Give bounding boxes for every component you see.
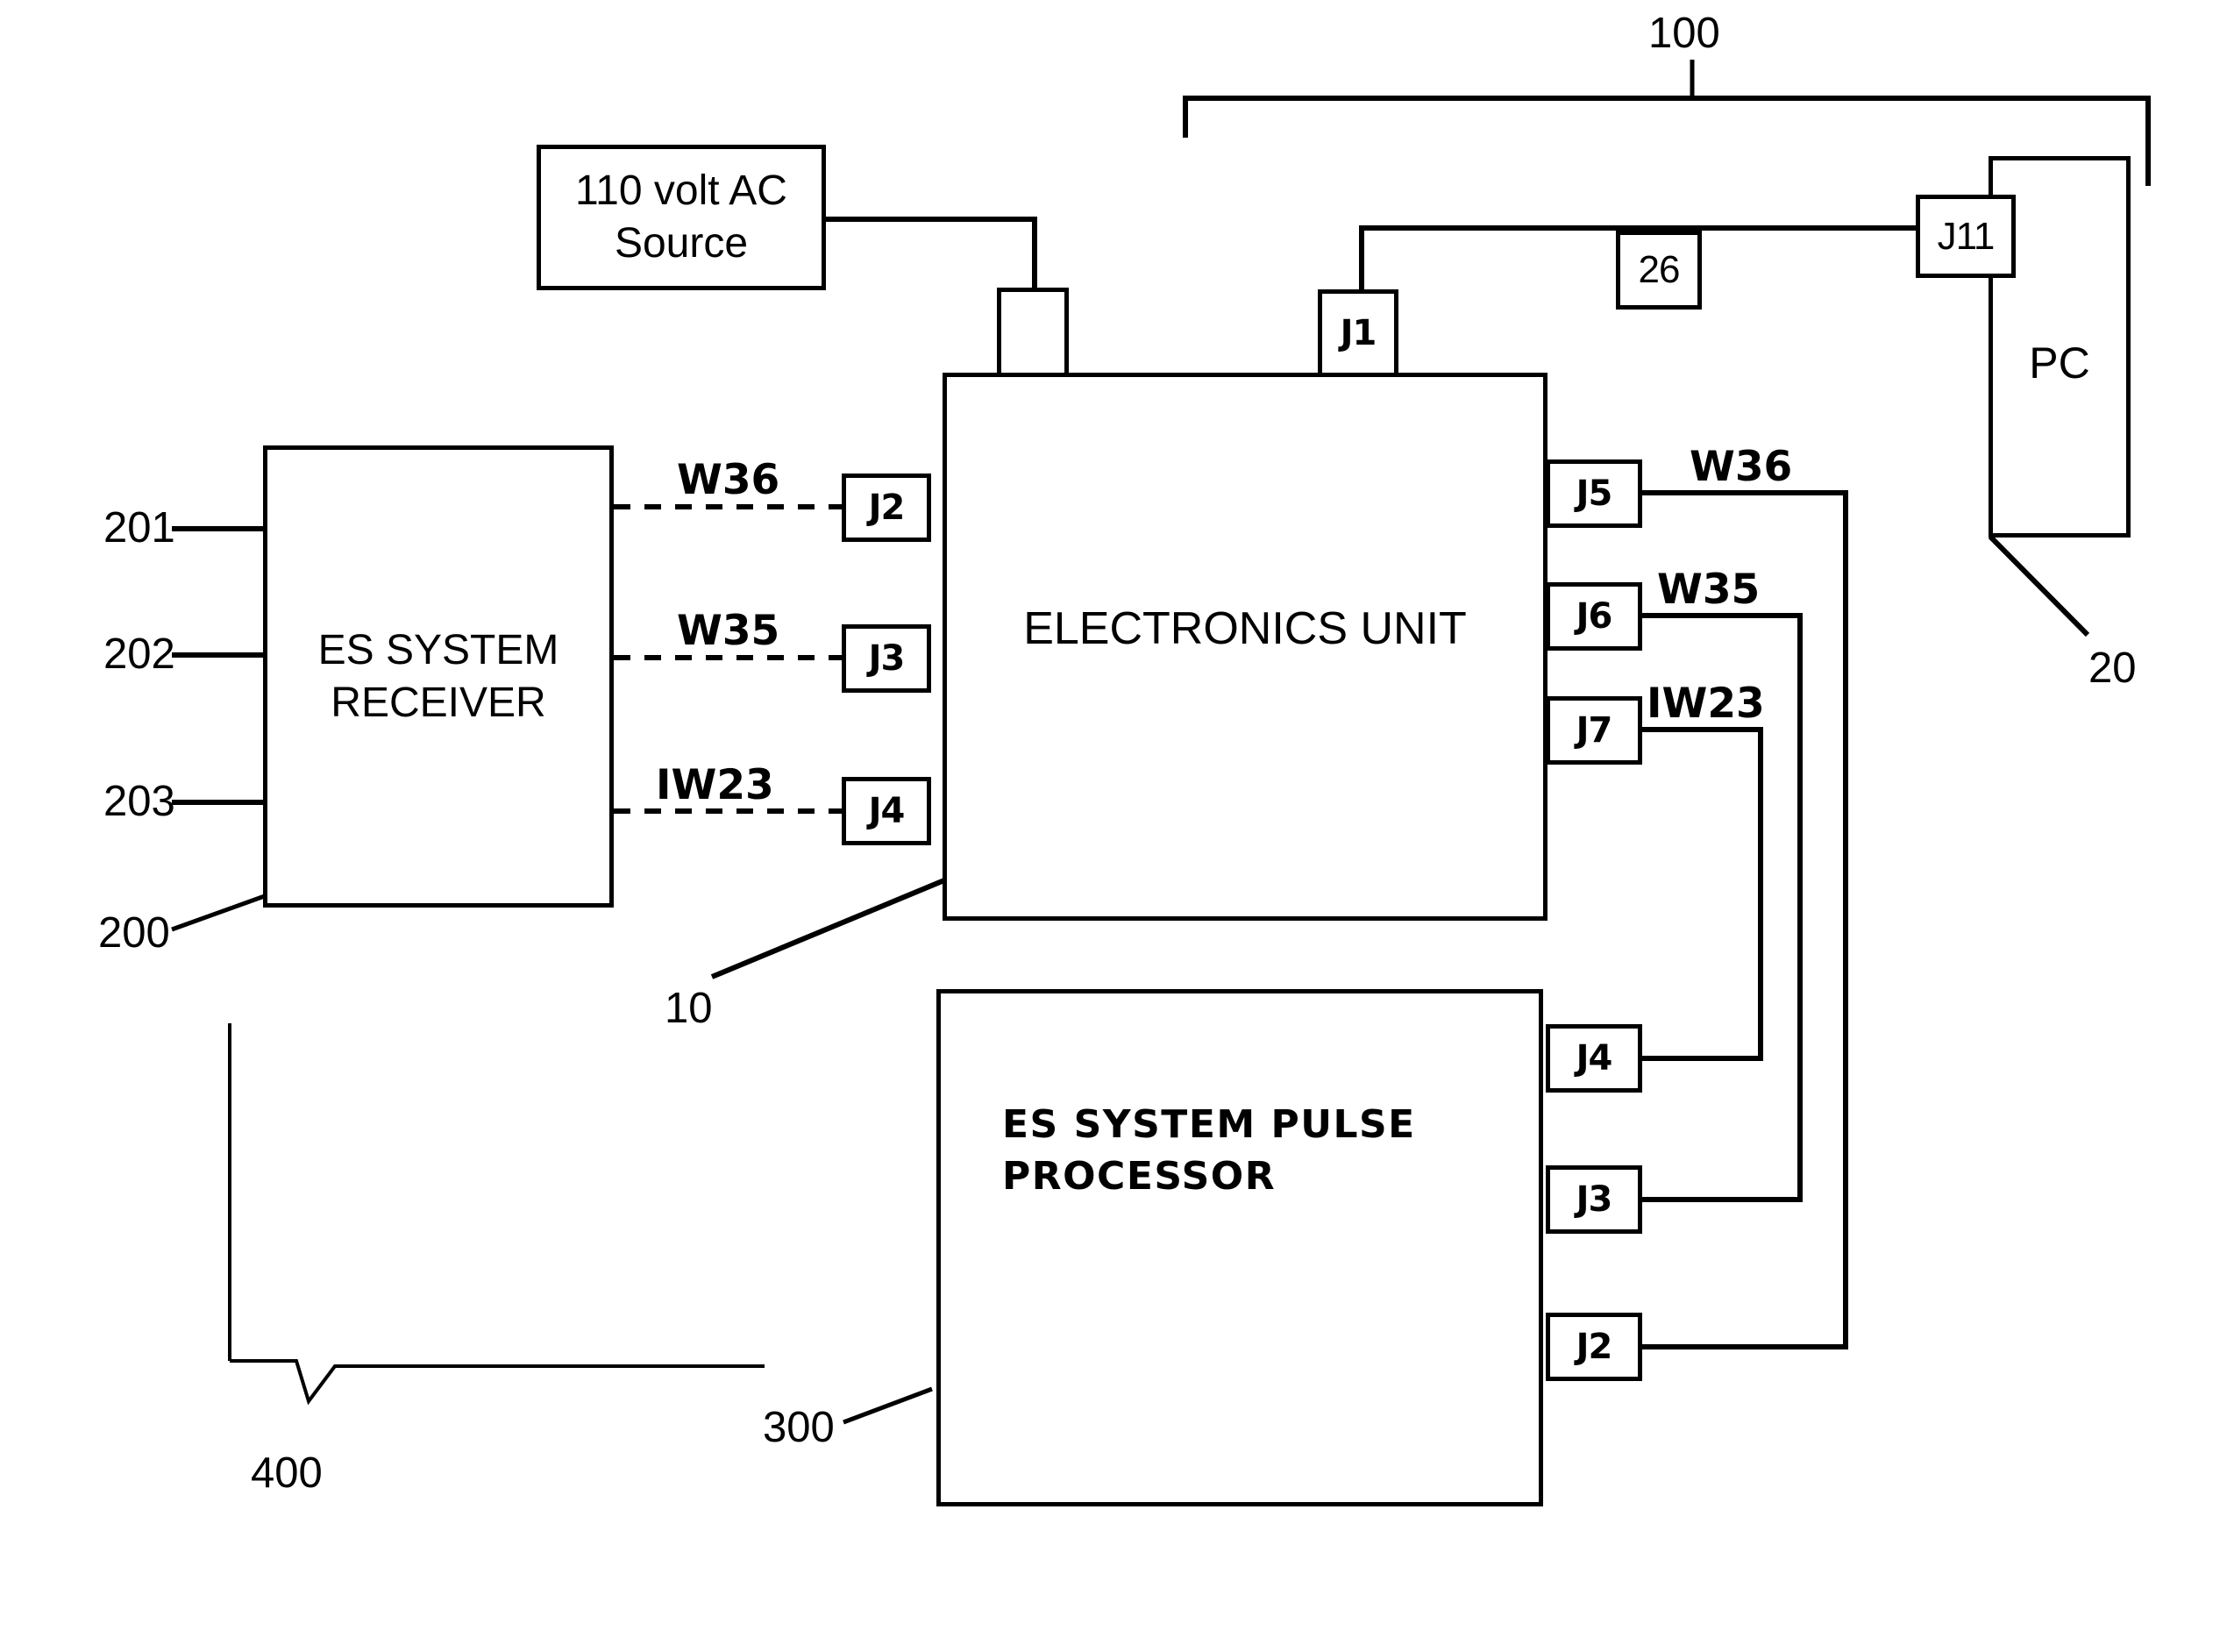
wire-ac-to-electronics	[825, 217, 1037, 289]
ref-numeral-201-text: 201	[103, 504, 175, 552]
ac-source-block: 110 volt AC Source	[537, 145, 826, 290]
cable-label-receiver-w36: W36	[677, 456, 779, 504]
pc-line1: PC	[2029, 338, 2090, 388]
cable-label-pp-iw23: IW23	[1647, 680, 1765, 728]
cable-label-pp-w35: W35	[1657, 566, 1760, 614]
wire-j1-to-26	[1359, 225, 1648, 291]
connector-j11-label: J11	[1937, 214, 1996, 258]
connector-j5-right-label: J5	[1576, 474, 1613, 514]
ref-numeral-200-text: 200	[98, 909, 170, 957]
connector-pp-j4[interactable]: J4	[1546, 1024, 1642, 1093]
ref-numeral-201: 201	[103, 503, 175, 552]
ac-source-line2: Source	[614, 220, 749, 267]
ref-numeral-20-text: 20	[2088, 644, 2137, 692]
ref-numeral-100: 100	[1648, 9, 1720, 58]
cable-label-pp-iw23-text: IW23	[1647, 680, 1765, 728]
connector-j2-left[interactable]: J2	[842, 474, 931, 542]
receiver-line1: ES SYSTEM	[317, 626, 559, 673]
cable-label-receiver-w35-text: W35	[677, 607, 780, 655]
electronics-unit-block: ELECTRONICS UNIT	[943, 373, 1548, 921]
ref-numeral-202-text: 202	[103, 630, 175, 678]
es-system-receiver-block: ES SYSTEM RECEIVER	[263, 445, 614, 908]
wire-w36-j5-to-j2	[1642, 490, 1848, 1349]
cable-label-receiver-w35: W35	[677, 607, 779, 655]
ref-numeral-10: 10	[665, 984, 713, 1033]
electronics-unit-line1: ELECTRONICS UNIT	[1023, 603, 1467, 654]
cable-label-pp-w36: W36	[1690, 443, 1792, 491]
connector-j4-left-label: J4	[868, 791, 906, 831]
ref-numeral-202: 202	[103, 630, 175, 679]
electronics-unit-text: ELECTRONICS UNIT	[1023, 601, 1467, 658]
connector-j3-left[interactable]: J3	[842, 624, 931, 693]
ac-source-text: 110 volt AC Source	[575, 165, 787, 270]
connector-j4-left[interactable]: J4	[842, 777, 931, 845]
ref-numeral-400: 400	[251, 1449, 323, 1498]
connector-j6-right[interactable]: J6	[1546, 582, 1642, 651]
connector-pp-j4-label: J4	[1576, 1038, 1613, 1079]
connector-j7-right-label: J7	[1576, 710, 1613, 751]
connector-j1-label: J1	[1340, 313, 1377, 353]
diagram-canvas: 110 volt AC Source ES SYSTEM RECEIVER EL…	[0, 0, 2227, 1652]
ref-numeral-300-text: 300	[763, 1404, 835, 1451]
connector-j1[interactable]: J1	[1318, 289, 1398, 377]
ref-numeral-203-text: 203	[103, 778, 175, 825]
ref-numeral-100-text: 100	[1648, 10, 1720, 57]
cable-label-receiver-iw23: IW23	[656, 761, 774, 809]
ref-numeral-300: 300	[763, 1403, 835, 1452]
power-inlet-connector[interactable]	[997, 288, 1069, 377]
connector-pp-j2-label: J2	[1576, 1327, 1613, 1367]
connector-pp-j3[interactable]: J3	[1546, 1165, 1642, 1234]
ref-numeral-10-text: 10	[665, 985, 713, 1032]
connector-j3-left-label: J3	[868, 638, 906, 679]
receiver-text: ES SYSTEM RECEIVER	[318, 624, 559, 730]
cable-label-pp-w35-text: W35	[1657, 566, 1761, 614]
pc-text: PC	[2029, 336, 2089, 391]
receiver-line2: RECEIVER	[331, 679, 546, 726]
connector-j11[interactable]: J11	[1916, 195, 2016, 278]
bracket-400-horizontal	[230, 1359, 765, 1406]
connector-j2-left-label: J2	[868, 488, 906, 528]
cable-label-pp-w36-text: W36	[1690, 443, 1793, 491]
ref-numeral-200: 200	[98, 908, 170, 958]
ref-numeral-400-text: 400	[251, 1449, 323, 1497]
pulse-processor-text: ES SYSTEM PULSE PROCESSOR	[1002, 1099, 1416, 1203]
ref-numeral-20: 20	[2088, 644, 2137, 693]
connector-j5-right[interactable]: J5	[1546, 459, 1642, 528]
cable-box-26-label: 26	[1638, 248, 1681, 291]
connector-pp-j3-label: J3	[1576, 1179, 1613, 1220]
pulse-processor-line1: ES SYSTEM PULSE	[1002, 1102, 1416, 1147]
ac-source-line1: 110 volt AC	[575, 167, 787, 214]
cable-label-receiver-w36-text: W36	[677, 456, 780, 504]
connector-j6-right-label: J6	[1576, 596, 1613, 637]
wire-iw23-j7-to-j4	[1642, 727, 1763, 1061]
connector-j7-right[interactable]: J7	[1546, 696, 1642, 765]
ref-numeral-203: 203	[103, 777, 175, 826]
pulse-processor-line2: PROCESSOR	[1002, 1154, 1277, 1200]
cable-box-26[interactable]: 26	[1616, 231, 1702, 310]
leader-20	[1988, 534, 2090, 637]
cable-label-receiver-iw23-text: IW23	[656, 761, 774, 809]
leader-300	[843, 1386, 933, 1425]
connector-pp-j2[interactable]: J2	[1546, 1313, 1642, 1381]
es-system-pulse-processor-block: ES SYSTEM PULSE PROCESSOR	[936, 989, 1543, 1506]
